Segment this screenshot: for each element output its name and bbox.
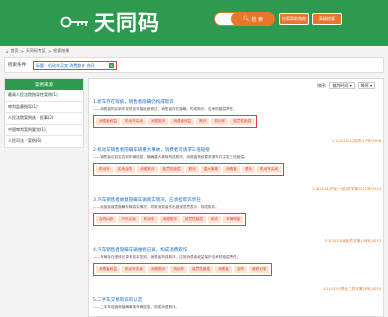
tag[interactable]: 机动车 xyxy=(96,166,113,173)
search-guide-button[interactable]: 检索帮助指南 xyxy=(279,13,309,25)
key-logo-icon xyxy=(60,14,90,30)
tag[interactable]: 机动车 xyxy=(140,216,158,223)
tag[interactable]: 惩罚性赔偿 xyxy=(181,216,206,223)
tag[interactable]: 惩罚性赔偿 xyxy=(230,118,255,125)
tag[interactable]: 欺诈 xyxy=(185,166,199,173)
result-item: 4.汽车销售者隐瞒车辆维修记录，构成消费欺诈 ——车辆存在维修记录未如实告知，销… xyxy=(93,247,381,291)
breadcrumb: ⌂ 首页 > 天同码专区 > 检索结果 xyxy=(6,48,70,54)
sidebar-item-case-selection[interactable]: 人民法院案例选 · 民事(2) xyxy=(5,113,83,125)
tag[interactable]: 车辆瑕疵 xyxy=(223,216,244,223)
sidebar-item-guiding-cases[interactable]: 最高人民法院指导性案例(1) xyxy=(5,90,83,102)
result-title[interactable]: 4.汽车销售者隐瞒车辆维修记录，构成消费欺诈 xyxy=(93,247,381,253)
result-title[interactable]: 3.汽车销售者故意隐瞒车辆真实情况，应承担欺诈责任 xyxy=(93,197,381,203)
breadcrumb-zone[interactable]: 天同码专区 xyxy=(26,48,46,54)
search-condition-field[interactable]: 标题：机动车买卖 消费欺诈 合同 × xyxy=(33,61,117,70)
clear-icon[interactable]: × xyxy=(109,63,114,68)
tag[interactable]: 消费者权益 xyxy=(96,266,120,273)
tag[interactable]: 维修记录 xyxy=(249,266,270,273)
tag[interactable]: 消费者权益 xyxy=(170,118,195,125)
result-meta: 2.4(2014)沪民一(民)终字第2012号/2014 xyxy=(312,187,381,191)
search-condition-label: 检索条件: xyxy=(8,63,28,68)
search-button-label: 检 索 xyxy=(251,16,263,23)
tag[interactable]: 消费欺诈 xyxy=(137,166,158,173)
search-button[interactable]: 🔍︎ 检 索 xyxy=(231,12,275,26)
tag[interactable]: 机动车买卖 xyxy=(257,166,281,173)
result-meta: 3.1(2013)闽民终字第138号/2013 xyxy=(324,239,381,243)
advanced-search-button[interactable]: 高级检索 xyxy=(312,13,342,25)
result-summary: ——经营者故意隐瞒车辆真实情况，导致消费者作出错误意思表示，构成欺诈。 xyxy=(93,205,219,209)
case-source-sidebar: 案例来源 最高人民法院指导性案例(1) 审判监督指导(1) 人民法院案例选 · … xyxy=(4,78,84,148)
tag[interactable]: 机动车 xyxy=(170,266,188,273)
tag[interactable]: 重大事故 xyxy=(200,166,222,173)
breadcrumb-current: 检索结果 xyxy=(53,48,70,53)
result-summary: ——二手车经销商隐瞒事故车辆信息，构成消费欺诈。 xyxy=(93,305,180,309)
results-panel: 排序: 裁判时间 ▾ 降序 ▾ 1.新车存在瑕疵，销售者隐瞒仍构成欺诈 ——消费… xyxy=(88,78,384,317)
tag[interactable]: 消费欺诈 xyxy=(147,266,169,273)
search-icon: 🔍︎ xyxy=(243,16,250,22)
sidebar-item-judicial[interactable]: 人民司法 · 案例(6) xyxy=(5,136,83,148)
result-meta: 1.1(2015)12民终/17号/2008 xyxy=(331,139,381,143)
tag[interactable]: 消费者 xyxy=(215,266,232,273)
tag[interactable]: 消费欺诈 xyxy=(147,118,169,125)
result-item: 2.机动车销售者隐瞒车辆重大事故，消费者可请求三倍赔偿 ——销售者应如实告知车辆… xyxy=(93,147,381,191)
tag[interactable]: 消费欺诈 xyxy=(159,216,180,223)
tag[interactable]: 消费者权益 xyxy=(96,118,120,125)
result-meta: 4.1(2015)青民二终字第28号/2015 xyxy=(323,287,381,291)
tag[interactable]: 买卖合同 xyxy=(114,166,136,173)
tag[interactable]: 机动车买卖 xyxy=(121,266,146,273)
tag[interactable]: 惩罚性赔偿 xyxy=(159,166,184,173)
tag[interactable]: 欺诈 xyxy=(207,216,222,223)
sidebar-item-case-digest[interactable]: 中国审判案例要览(1) xyxy=(5,125,83,136)
sort-bar: 排序: 裁判时间 ▾ 降序 ▾ xyxy=(317,82,375,89)
result-title[interactable]: 2.机动车销售者隐瞒车辆重大事故，消费者可请求三倍赔偿 xyxy=(93,147,381,153)
sort-label: 排序: xyxy=(317,82,327,88)
result-title[interactable]: 5.二手车交易欺诈的认定 xyxy=(93,297,381,303)
result-title[interactable]: 1.新车存在瑕疵，销售者隐瞒仍构成欺诈 xyxy=(93,99,381,105)
sort-order-select[interactable]: 降序 ▾ xyxy=(357,82,375,89)
sidebar-item-supervision[interactable]: 审判监督指导(1) xyxy=(5,102,83,113)
home-icon: ⌂ xyxy=(6,48,9,54)
result-summary: ——消费者购买新车发现该车曾经维修过，销售者存在隐瞒，构成欺诈，应承担赔偿责任。 xyxy=(93,107,237,111)
result-summary: ——车辆存在维修记录未如实告知，销售者构成欺诈，应按消费者权益保护法承担赔偿责任… xyxy=(93,255,241,259)
tag[interactable]: 合同纠纷 xyxy=(96,216,117,223)
search-condition-value: 标题：机动车买卖 消费欺诈 合同 xyxy=(36,62,95,68)
result-tags: 合同纠纷 汽车买卖 机动车 消费欺诈 惩罚性赔偿 欺诈 车辆瑕疵 xyxy=(93,213,247,226)
tag[interactable]: 汽车买卖 xyxy=(118,216,139,223)
sort-field-select[interactable]: 裁判时间 ▾ xyxy=(329,82,355,89)
result-item: 3.汽车销售者故意隐瞒车辆真实情况，应承担欺诈责任 ——经营者故意隐瞒车辆真实情… xyxy=(93,197,381,243)
breadcrumb-home[interactable]: 首页 xyxy=(11,48,19,54)
site-logo[interactable]: 天同码 xyxy=(60,8,160,36)
result-tags: 消费者权益 机动车买卖 消费欺诈 消费者权益 欺诈 机动车 惩罚性赔偿 xyxy=(93,115,258,128)
search-condition-bar: 检索条件: 标题：机动车买卖 消费欺诈 合同 × xyxy=(4,57,384,73)
result-tags: 机动车 买卖合同 消费欺诈 惩罚性赔偿 欺诈 重大事故 消费者 退车 机动车买卖 xyxy=(93,163,284,176)
tag[interactable]: 机动车买卖 xyxy=(121,118,146,125)
sidebar-title: 案例来源 xyxy=(5,79,83,90)
result-summary: ——销售者应如实告知车辆信息，隐瞒重大事故构成欺诈，消费者有权要求退车并主张三倍… xyxy=(93,155,248,159)
tag[interactable]: 消费者 xyxy=(223,166,240,173)
tag[interactable]: 退车 xyxy=(241,166,256,173)
logo-text: 天同码 xyxy=(94,11,160,35)
result-tags: 消费者权益 机动车买卖 消费欺诈 机动车 惩罚性赔偿 消费者 合同 维修记录 xyxy=(93,263,273,276)
tag[interactable]: 欺诈 xyxy=(196,118,210,125)
result-item: 5.二手车交易欺诈的认定 ——二手车经销商隐瞒事故车辆信息，构成消费欺诈。 xyxy=(93,297,381,310)
site-header: 天同码 🔍︎ 检 索 检索帮助指南 高级检索 xyxy=(0,0,388,46)
tag[interactable]: 机动车 xyxy=(211,118,229,125)
tag[interactable]: 合同 xyxy=(233,266,248,273)
result-item: 1.新车存在瑕疵，销售者隐瞒仍构成欺诈 ——消费者购买新车发现该车曾经维修过，销… xyxy=(93,99,381,143)
tag[interactable]: 惩罚性赔偿 xyxy=(189,266,214,273)
